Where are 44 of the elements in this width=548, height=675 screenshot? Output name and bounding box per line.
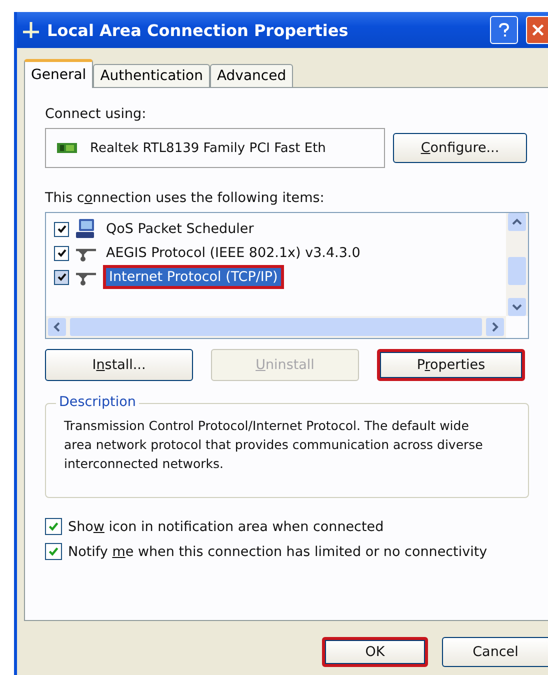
close-button[interactable] xyxy=(526,16,548,44)
checkmark-icon xyxy=(56,272,66,282)
vertical-scrollbar[interactable] xyxy=(506,213,528,316)
computer-icon xyxy=(75,218,97,240)
checkmark-icon xyxy=(48,521,59,532)
help-icon xyxy=(498,22,510,38)
item-action-button[interactable]: Install... xyxy=(45,349,193,381)
scroll-thumb[interactable] xyxy=(508,256,526,284)
connect-using-label: Connect using: xyxy=(45,106,148,122)
checkbox[interactable] xyxy=(54,270,69,284)
list-item[interactable]: QoS Packet Scheduler xyxy=(103,220,257,238)
checkmark-icon xyxy=(56,248,66,258)
item-action-button[interactable]: Properties xyxy=(377,349,525,381)
tab[interactable]: Authentication xyxy=(93,64,210,87)
checkbox[interactable] xyxy=(54,222,69,236)
scroll-up-icon[interactable] xyxy=(508,213,526,231)
adapter-name: Realtek RTL8139 Family PCI Fast Eth xyxy=(90,140,326,156)
description-text: Transmission Control Protocol/Internet Protocol. The default wide area network protocol that provides communication across diverse interconnected networks. xyxy=(64,417,484,473)
scroll-right-icon[interactable] xyxy=(486,318,504,336)
group-title: Description xyxy=(56,394,139,410)
tab[interactable]: Advanced xyxy=(210,64,294,87)
scroll-down-icon[interactable] xyxy=(508,298,526,316)
scroll-thumb[interactable] xyxy=(70,318,482,336)
network-icon xyxy=(21,20,41,40)
close-icon xyxy=(532,24,544,36)
checkmark-icon xyxy=(48,546,59,557)
configure-button[interactable]: Configure... xyxy=(393,133,527,163)
scroll-left-icon[interactable] xyxy=(48,318,66,336)
items-label: This connection uses the following items: xyxy=(45,190,326,206)
checkbox-label[interactable]: Show icon in notification area when connected xyxy=(68,518,384,534)
dialog-button[interactable]: Cancel xyxy=(442,637,548,667)
list-item[interactable]: AEGIS Protocol (IEEE 802.1x) v3.4.3.0 xyxy=(103,244,364,262)
list-item[interactable]: Internet Protocol (TCP/IP) xyxy=(103,265,284,289)
tab[interactable]: General xyxy=(24,59,94,88)
checkmark-icon xyxy=(56,224,66,234)
checkbox-label[interactable]: Notify me when this connection has limited or no connectivity xyxy=(68,544,488,560)
horizontal-scrollbar[interactable] xyxy=(46,316,506,338)
window-title: Local Area Connection Properties xyxy=(47,20,348,40)
network-card-icon xyxy=(56,141,78,155)
dialog-button[interactable]: OK xyxy=(322,637,428,667)
checkbox[interactable] xyxy=(45,518,62,535)
help-button[interactable] xyxy=(490,16,518,44)
checkbox[interactable] xyxy=(54,246,69,260)
checkbox[interactable] xyxy=(45,543,62,560)
